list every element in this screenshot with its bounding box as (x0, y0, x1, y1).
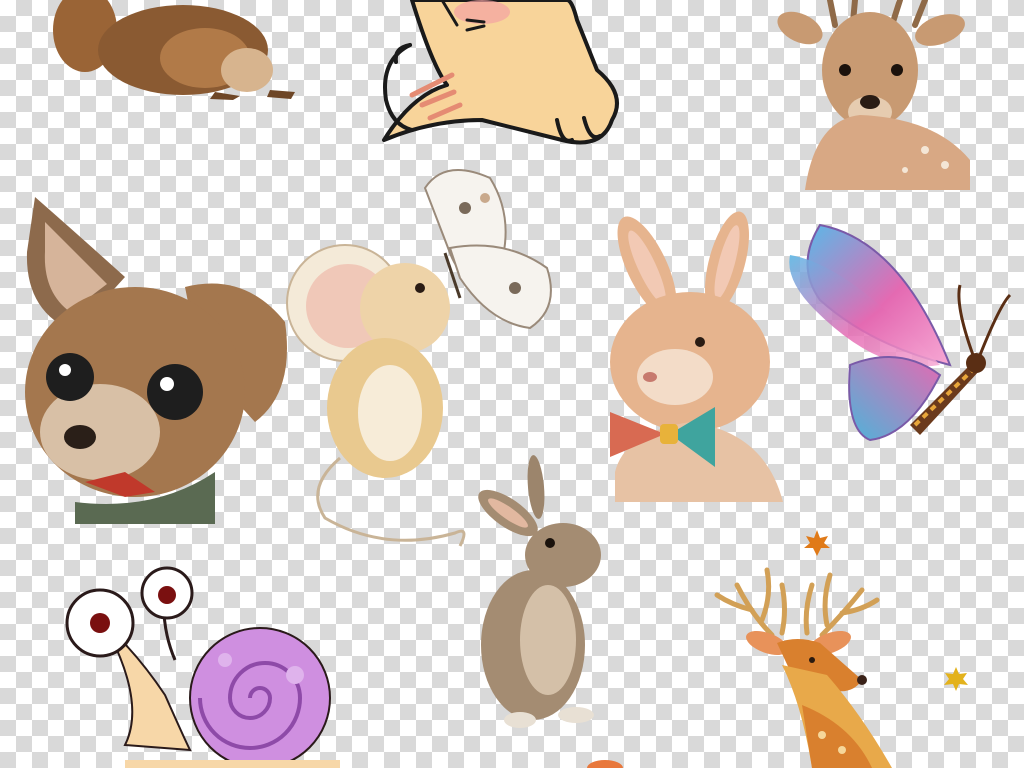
squirrel-image (53, 0, 295, 105)
pink-butterfly-image (789, 223, 1015, 447)
cartoon-cat-image (372, 0, 640, 150)
cartoon-deer-image (712, 565, 1024, 768)
autumn-leaf-icon (942, 665, 970, 693)
deer-realistic-image (775, 0, 975, 190)
standing-rabbit-image (478, 455, 603, 730)
rabbit-with-bow-tie-image (605, 211, 787, 504)
chihuahua-puppy-image (15, 192, 297, 524)
maple-leaf-icon (802, 528, 832, 558)
orange-leaf-fragment (585, 756, 625, 768)
clipart-collection (0, 0, 1024, 768)
cartoon-snail-image (65, 565, 340, 768)
